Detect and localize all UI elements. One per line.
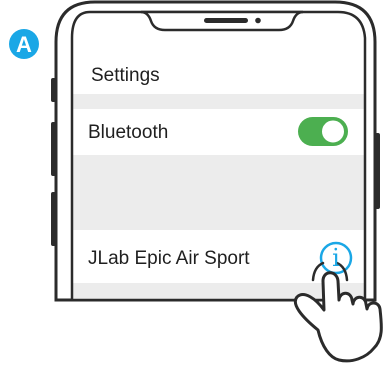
settings-gap-bottom [72, 283, 365, 300]
phone-speaker [204, 18, 248, 23]
step-badge-label: A [16, 31, 32, 57]
phone-side-button-mute [51, 78, 56, 102]
settings-gap-middle [72, 155, 365, 230]
step-badge-a: A [9, 29, 39, 59]
phone-side-button-power [375, 133, 380, 209]
settings-gap-top [72, 94, 365, 109]
bluetooth-label: Bluetooth [88, 122, 169, 143]
phone-side-button-volume-up [51, 122, 56, 176]
info-glyph: i [332, 244, 340, 272]
phone-front-camera [255, 17, 261, 24]
phone-side-button-volume-down [51, 192, 56, 246]
settings-title: Settings [91, 65, 160, 86]
bluetooth-toggle-knob [320, 118, 346, 145]
instruction-illustration: A Settings Bluetooth JLab Epic Air Sport… [0, 0, 391, 368]
device-name: JLab Epic Air Sport [88, 248, 250, 269]
phone-illustration [51, 0, 383, 363]
